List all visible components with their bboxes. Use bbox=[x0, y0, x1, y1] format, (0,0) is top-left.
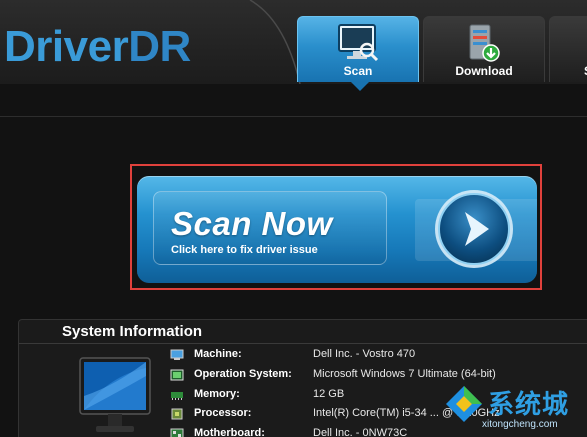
tab-scan[interactable]: Scan bbox=[297, 16, 419, 82]
monitor-scan-icon bbox=[338, 24, 379, 62]
app-logo: DriverDR bbox=[4, 22, 191, 72]
memory-icon bbox=[171, 392, 183, 400]
arrow-right-icon[interactable] bbox=[431, 186, 517, 272]
window-icon bbox=[170, 369, 184, 381]
info-key-machine: Machine: bbox=[194, 348, 242, 360]
tab-third[interactable]: S bbox=[549, 16, 587, 82]
active-tab-pointer bbox=[351, 82, 369, 91]
logo-text-dr: DR bbox=[128, 22, 191, 71]
info-key-os: Operation System: bbox=[194, 368, 292, 380]
info-value-machine: Dell Inc. - Vostro 470 bbox=[313, 348, 416, 360]
monitor-icon bbox=[79, 357, 151, 432]
header-divider bbox=[0, 116, 587, 117]
motherboard-icon bbox=[170, 428, 184, 437]
server-download-icon bbox=[469, 24, 500, 62]
tab-scan-label: Scan bbox=[343, 64, 373, 78]
watermark-url: xitongcheng.com bbox=[482, 419, 558, 430]
computer-icon bbox=[170, 349, 184, 360]
info-row-machine: Machine: Dell Inc. - Vostro 470 bbox=[170, 348, 587, 364]
system-info-title: System Information bbox=[62, 323, 203, 340]
info-key-memory: Memory: bbox=[194, 388, 240, 400]
cpu-icon bbox=[171, 408, 183, 420]
info-key-processor: Processor: bbox=[194, 407, 252, 419]
system-info-separator bbox=[19, 343, 587, 344]
info-value-motherboard: Dell Inc. - 0NW73C bbox=[313, 427, 408, 437]
tab-download[interactable]: Download bbox=[423, 16, 545, 82]
watermark-text: 系统城 bbox=[488, 389, 570, 419]
scan-now-title: Scan Now bbox=[171, 205, 333, 242]
info-value-memory: 12 GB bbox=[313, 388, 345, 400]
tab-download-label: Download bbox=[455, 64, 513, 78]
scan-now-subtitle: Click here to fix driver issue bbox=[171, 244, 318, 256]
info-key-motherboard: Motherboard: bbox=[194, 427, 265, 437]
logo-text-driver: Driver bbox=[4, 22, 129, 71]
